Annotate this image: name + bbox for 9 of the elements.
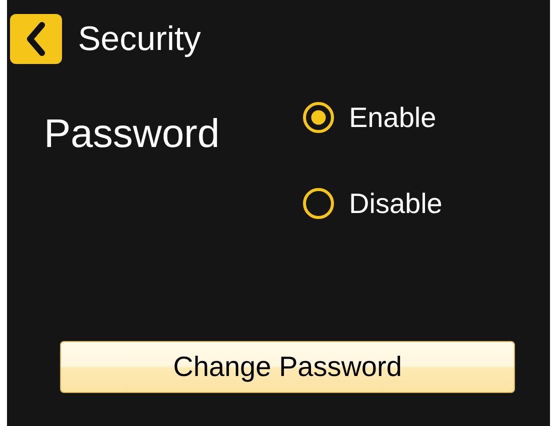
radio-option[interactable]: Enable [303,102,442,133]
radio-button[interactable] [303,102,334,133]
chevron-left-icon [25,22,47,56]
change-password-button[interactable]: Change Password [60,341,515,393]
page-title: Security [78,22,201,56]
radio-option[interactable]: Disable [303,188,442,219]
radio-button[interactable] [303,188,334,219]
back-button[interactable] [10,14,62,64]
setting-label: Password [43,111,221,158]
